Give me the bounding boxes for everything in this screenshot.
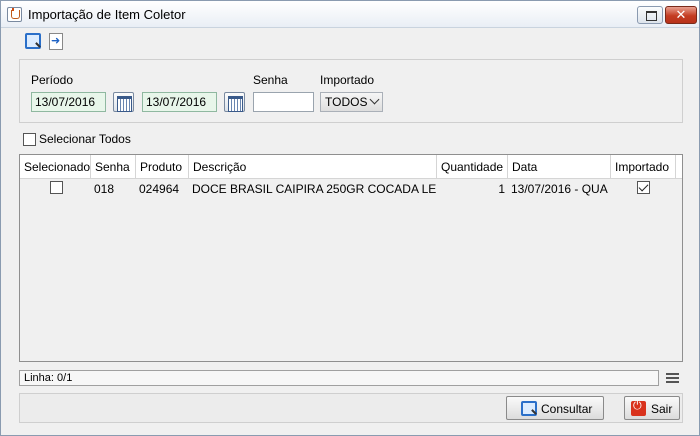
col-produto[interactable]: Produto bbox=[136, 155, 189, 179]
title-bar[interactable]: Importação de Item Coletor ✕ bbox=[1, 1, 699, 28]
select-all-label[interactable]: Selecionar Todos bbox=[39, 132, 131, 146]
main-window: Importação de Item Coletor ✕ Período 13/… bbox=[0, 0, 700, 436]
cell-senha: 018 bbox=[94, 182, 115, 196]
importado-select[interactable]: TODOS bbox=[320, 92, 383, 112]
search-icon bbox=[521, 401, 537, 416]
row-importado-checkbox[interactable] bbox=[637, 181, 650, 194]
close-button[interactable]: ✕ bbox=[665, 6, 697, 24]
items-table: Selecionado Senha Produto Descrição Quan… bbox=[19, 154, 683, 362]
col-descricao[interactable]: Descrição bbox=[189, 155, 437, 179]
close-icon: ✕ bbox=[675, 7, 687, 22]
sair-button[interactable]: Sair bbox=[624, 396, 680, 420]
senha-label: Senha bbox=[253, 73, 288, 87]
date-end-input[interactable]: 13/07/2016 bbox=[142, 92, 217, 112]
senha-input[interactable] bbox=[253, 92, 314, 112]
power-icon bbox=[631, 400, 646, 416]
consultar-button[interactable]: Consultar bbox=[506, 396, 604, 420]
col-quantidade[interactable]: Quantidade bbox=[437, 155, 508, 179]
calendar-start-icon[interactable] bbox=[113, 92, 134, 112]
filter-panel: Período 13/07/2016 13/07/2016 Senha Impo… bbox=[19, 59, 683, 123]
col-senha[interactable]: Senha bbox=[91, 155, 136, 179]
col-selecionado[interactable]: Selecionado bbox=[20, 155, 91, 179]
select-all-checkbox[interactable] bbox=[23, 133, 36, 146]
table-row[interactable]: 018 024964 DOCE BRASIL CAIPIRA 250GR COC… bbox=[20, 180, 682, 198]
col-importado[interactable]: Importado bbox=[611, 155, 676, 179]
hamburger-menu-icon[interactable] bbox=[666, 372, 680, 384]
export-arrow-icon[interactable] bbox=[48, 33, 64, 50]
calendar-end-icon[interactable] bbox=[224, 92, 245, 112]
cell-descricao: DOCE BRASIL CAIPIRA 250GR COCADA LEITE C bbox=[192, 182, 437, 196]
periodo-label: Período bbox=[31, 73, 74, 87]
footer-panel: Consultar Sair bbox=[19, 393, 683, 423]
cell-data: 13/07/2016 - QUA bbox=[511, 182, 608, 196]
window-title: Importação de Item Coletor bbox=[28, 7, 186, 22]
status-bar: Linha: 0/1 bbox=[19, 370, 659, 386]
cell-quantidade: 1 bbox=[498, 182, 505, 196]
row-selecionado-checkbox[interactable] bbox=[50, 181, 63, 194]
date-start-input[interactable]: 13/07/2016 bbox=[31, 92, 106, 112]
sair-label: Sair bbox=[651, 402, 673, 416]
table-header: Selecionado Senha Produto Descrição Quan… bbox=[20, 155, 682, 179]
col-data[interactable]: Data bbox=[508, 155, 611, 179]
java-cup-icon bbox=[7, 7, 22, 22]
search-document-icon[interactable] bbox=[25, 33, 41, 49]
restore-button[interactable] bbox=[637, 6, 663, 24]
cell-produto: 024964 bbox=[139, 182, 180, 196]
importado-selected-value: TODOS bbox=[325, 95, 368, 109]
chevron-down-icon bbox=[369, 94, 380, 105]
consultar-label: Consultar bbox=[541, 402, 593, 416]
importado-label: Importado bbox=[320, 73, 375, 87]
